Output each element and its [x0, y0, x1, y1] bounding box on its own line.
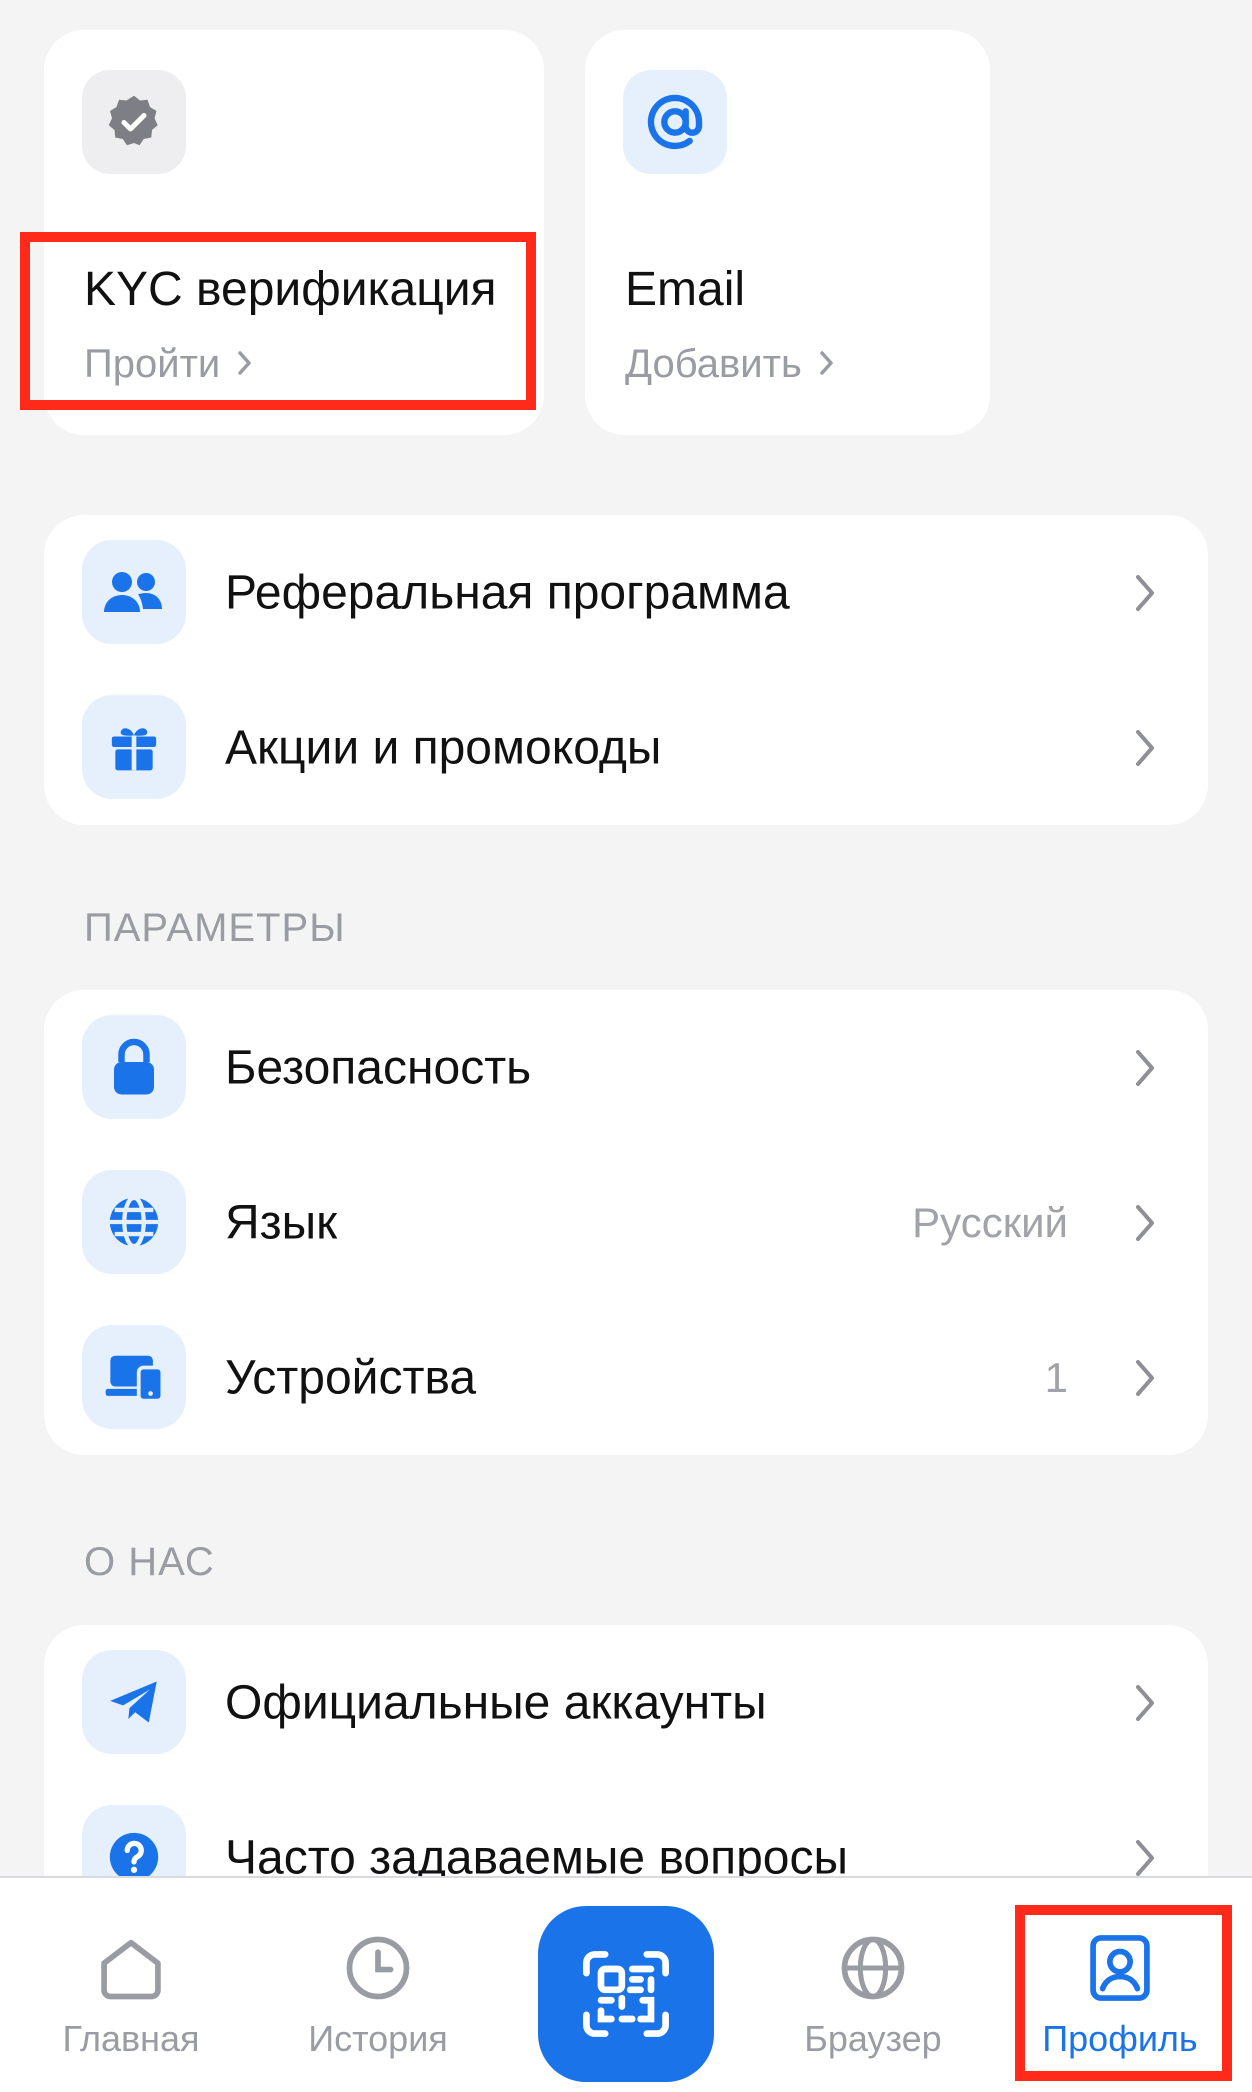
language-row[interactable]: Язык Русский: [44, 1145, 1208, 1300]
email-title: Email: [625, 263, 746, 316]
kyc-card[interactable]: KYC верификация Пройти: [44, 30, 544, 435]
at-sign-icon: [623, 70, 727, 174]
gift-icon: [82, 695, 186, 799]
tab-history-label: История: [308, 2018, 448, 2059]
tab-profile[interactable]: Профиль: [1005, 1878, 1235, 2092]
profile-icon: [1090, 1935, 1150, 2001]
chevron-right-icon: [1130, 1836, 1160, 1880]
telegram-icon: [82, 1650, 186, 1754]
chevron-right-icon: [818, 342, 836, 387]
kyc-title: KYC верификация: [84, 263, 497, 316]
chevron-right-icon: [1130, 726, 1160, 770]
clock-icon: [346, 1936, 410, 2000]
verified-badge-icon: [82, 70, 186, 174]
referral-label: Реферальная программа: [225, 566, 790, 619]
devices-label: Устройства: [225, 1351, 477, 1404]
tab-browser-label: Браузер: [804, 2018, 942, 2059]
chevron-right-icon: [1130, 571, 1160, 615]
tab-bar: Главная История Браузер Профиль: [0, 1876, 1252, 2092]
tab-browser[interactable]: Браузер: [758, 1878, 988, 2092]
kyc-action[interactable]: Пройти: [84, 342, 254, 387]
chevron-right-icon: [1130, 1046, 1160, 1090]
referral-row[interactable]: Реферальная программа: [44, 515, 1208, 670]
tab-history[interactable]: История: [263, 1878, 493, 2092]
email-action[interactable]: Добавить: [625, 342, 836, 387]
promo-label: Акции и промокоды: [225, 721, 662, 774]
language-label: Язык: [225, 1196, 338, 1249]
chevron-right-icon: [236, 342, 254, 387]
security-row[interactable]: Безопасность: [44, 990, 1208, 1145]
devices-count: 1: [1044, 1353, 1068, 1401]
users-icon: [82, 540, 186, 644]
email-action-label: Добавить: [625, 342, 802, 386]
promo-group: Реферальная программа Акции и промокоды: [44, 515, 1208, 825]
chevron-right-icon: [1130, 1356, 1160, 1400]
official-accounts-label: Официальные аккаунты: [225, 1676, 767, 1729]
devices-icon: [82, 1325, 186, 1429]
tab-profile-label: Профиль: [1042, 2018, 1198, 2059]
kyc-action-label: Пройти: [84, 342, 221, 386]
email-card[interactable]: Email Добавить: [585, 30, 990, 435]
globe-icon: [841, 1936, 905, 2000]
qr-scan-icon: [583, 1951, 669, 2037]
home-icon: [101, 1939, 161, 2000]
language-value: Русский: [912, 1198, 1068, 1246]
lock-icon: [82, 1015, 186, 1119]
official-accounts-row[interactable]: Официальные аккаунты: [44, 1625, 1208, 1780]
chevron-right-icon: [1130, 1201, 1160, 1245]
params-section-title: ПАРАМЕТРЫ: [84, 906, 346, 950]
security-label: Безопасность: [225, 1041, 532, 1094]
tab-home[interactable]: Главная: [16, 1878, 246, 2092]
promo-row[interactable]: Акции и промокоды: [44, 670, 1208, 825]
about-section-title: О НАС: [84, 1540, 215, 1584]
tab-home-label: Главная: [62, 2018, 200, 2059]
globe-icon: [82, 1170, 186, 1274]
qr-scan-button[interactable]: [538, 1906, 714, 2082]
params-group: Безопасность Язык Русский Устройства 1: [44, 990, 1208, 1455]
devices-row[interactable]: Устройства 1: [44, 1300, 1208, 1455]
chevron-right-icon: [1130, 1681, 1160, 1725]
